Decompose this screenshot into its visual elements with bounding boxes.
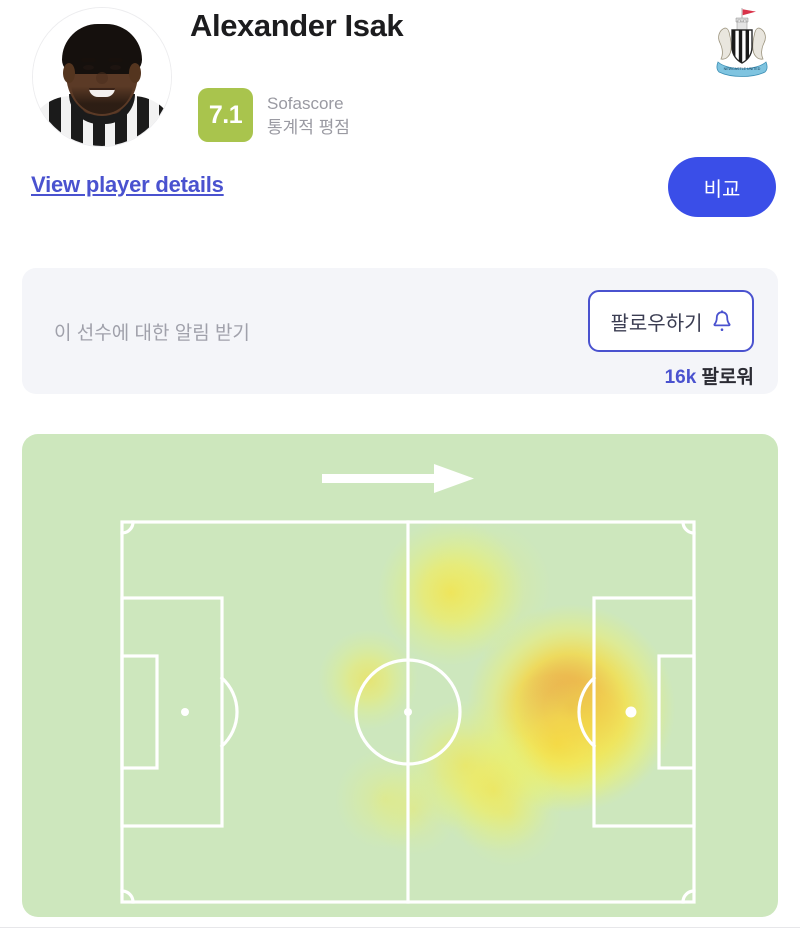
newcastle-united-crest-icon: NEWCASTLE UNITED xyxy=(706,6,778,78)
follow-button-label: 팔로우하기 xyxy=(610,312,703,335)
view-player-details-link[interactable]: View player details xyxy=(31,172,224,198)
avatar-photo xyxy=(33,8,171,146)
rating-description-label: 통계적 평점 xyxy=(267,117,350,137)
heatmap-card[interactable] xyxy=(22,434,778,917)
follower-count-label: 팔로워 xyxy=(701,367,754,388)
player-profile-page: Alexander Isak 7.1 Sofascore 통계적 평점 NEWC… xyxy=(0,0,800,939)
page-title: Alexander Isak xyxy=(190,8,404,43)
player-header: Alexander Isak 7.1 Sofascore 통계적 평점 NEWC… xyxy=(0,0,800,217)
follower-count-number: 16k xyxy=(664,367,697,388)
bell-icon xyxy=(712,309,732,333)
rating-labels: Sofascore 통계적 평점 xyxy=(267,92,350,139)
player-avatar[interactable] xyxy=(32,7,172,147)
svg-text:NEWCASTLE UNITED: NEWCASTLE UNITED xyxy=(724,67,761,71)
rating-row: 7.1 Sofascore 통계적 평점 xyxy=(198,88,350,142)
status-badge: 7.1 xyxy=(198,88,253,142)
follower-count: 16k 팔로워 xyxy=(665,362,754,389)
pitch-markings xyxy=(120,520,696,904)
bottom-divider xyxy=(0,927,800,928)
compare-button[interactable]: 비교 xyxy=(668,157,776,217)
follow-card: 이 선수에 대한 알림 받기 팔로우하기 16k 팔로워 xyxy=(22,268,778,394)
follow-button[interactable]: 팔로우하기 xyxy=(588,290,754,352)
rating-provider-label: Sofascore xyxy=(267,93,344,113)
arrow-right-icon xyxy=(322,464,474,493)
follow-prompt-label: 이 선수에 대한 알림 받기 xyxy=(54,323,250,344)
